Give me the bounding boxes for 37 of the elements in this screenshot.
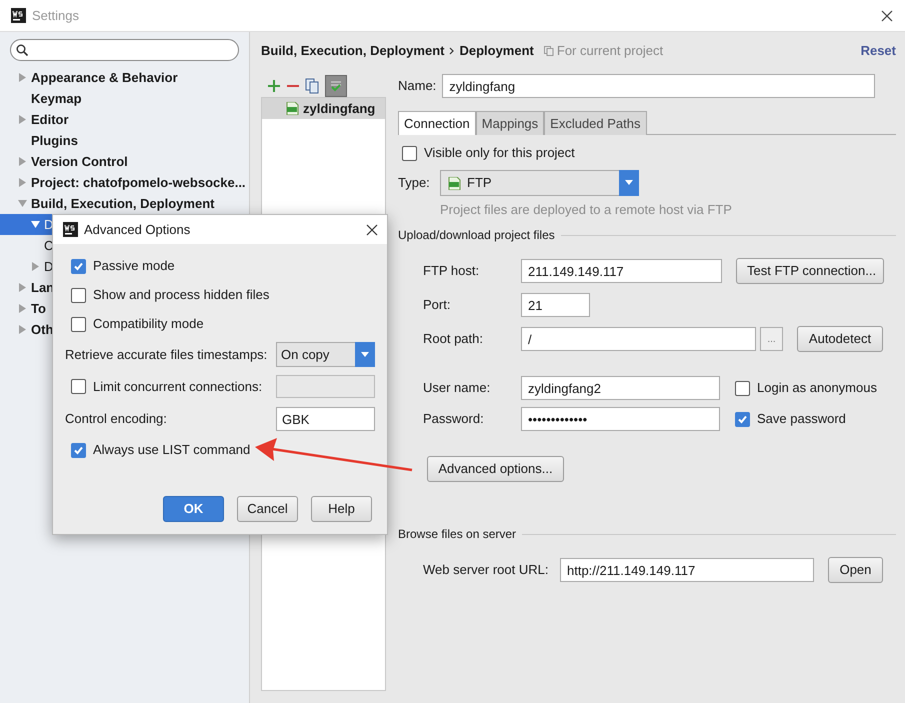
dropdown-value: FTP xyxy=(467,174,493,192)
field-label: Retrieve accurate files timestamps: xyxy=(65,346,268,364)
section-title: Upload/download project files xyxy=(398,227,555,244)
name-label: Name: xyxy=(398,77,436,96)
field-label: Port: xyxy=(423,296,452,314)
scope-label: For current project xyxy=(556,42,664,60)
field-label: Password: xyxy=(423,410,485,428)
checkbox-label: Show and process hidden files xyxy=(93,286,270,304)
tree-item-label: Oth xyxy=(31,320,54,339)
section-title: Browse files on server xyxy=(398,526,516,543)
checkbox-label: Passive mode xyxy=(93,257,175,276)
tree-item-label: Plugins xyxy=(31,132,78,150)
server-name: zyldingfang xyxy=(303,100,376,118)
tree-item-label: Version Control xyxy=(31,152,128,171)
tree-item-label: Editor xyxy=(31,110,69,129)
field-label: Root path: xyxy=(423,330,484,348)
field-label: FTP host: xyxy=(423,262,480,280)
dropdown-value: On copy xyxy=(281,346,330,364)
window-title: Settings xyxy=(32,6,79,25)
tree-item-label: Keymap xyxy=(31,90,82,108)
checkbox-label: Save password xyxy=(757,410,846,428)
checkbox-label: Login as anonymous xyxy=(757,379,877,398)
checkbox-label: Limit concurrent connections: xyxy=(93,378,262,396)
tree-item-label: To xyxy=(31,300,46,318)
type-hint: Project files are deployed to a remote host via FTP xyxy=(440,201,733,217)
tree-item-label: C xyxy=(44,236,54,255)
tree-item-label: Project: chatofpomelo-websocke... xyxy=(31,174,246,192)
tree-item-label: Appearance & Behavior xyxy=(31,68,178,87)
type-label: Type: xyxy=(398,174,431,192)
tree-item-label: Build, Execution, Deployment xyxy=(31,194,214,213)
field-label: Web server root URL: xyxy=(423,561,550,580)
field-label: Control encoding: xyxy=(65,410,168,428)
field-label: User name: xyxy=(423,379,492,398)
checkbox-label: Compatibility mode xyxy=(93,315,204,334)
dialog-title: Advanced Options xyxy=(84,220,190,239)
checkbox-label: Always use LIST command xyxy=(93,441,250,460)
checkbox-label: Visible only for this project xyxy=(424,144,575,162)
